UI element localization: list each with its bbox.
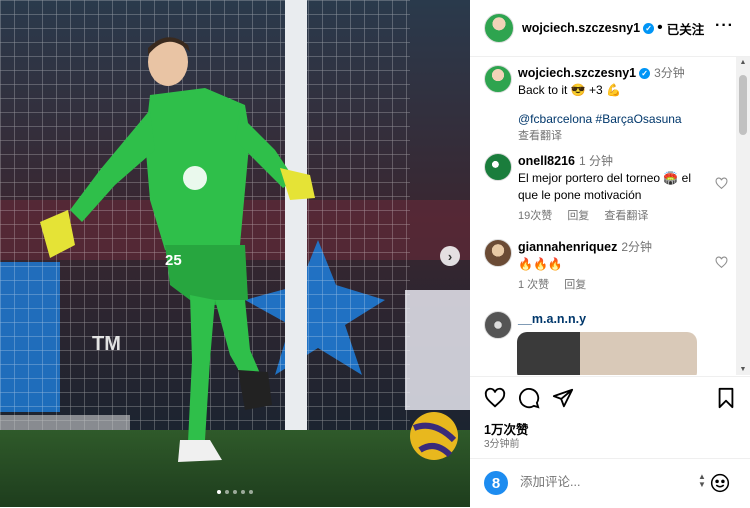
comment-text: 🔥🔥🔥: [518, 257, 563, 271]
save-icon[interactable]: [716, 387, 740, 411]
like-comment-icon[interactable]: [715, 256, 729, 270]
commenter-username[interactable]: onell8216: [518, 154, 575, 168]
comments-scrollbar[interactable]: ▲ ▼: [736, 57, 750, 375]
match-ball: [410, 412, 458, 460]
commenter-avatar[interactable]: [484, 311, 512, 339]
jersey-number: 25: [165, 252, 182, 269]
post-actions: 1万次赞 3分钟前: [470, 376, 750, 450]
like-comment-icon[interactable]: [715, 177, 729, 191]
scroll-down-arrow-icon[interactable]: ▼: [739, 366, 747, 373]
commenter-avatar[interactable]: [484, 239, 512, 267]
commenter-username[interactable]: __m.a.n.n.y: [518, 312, 586, 326]
carousel-dot: [225, 490, 229, 494]
comments-list[interactable]: wojciech.szczesny1 ✓ 3分钟 Back to it 😎 +3 💪…: [470, 57, 736, 375]
reply-button[interactable]: 回复: [567, 210, 589, 222]
verified-icon: ✓: [639, 68, 651, 79]
commenter-username[interactable]: giannahenriquez: [518, 240, 617, 254]
comment-likes[interactable]: 1 次赞: [518, 279, 549, 291]
comment-icon[interactable]: [518, 387, 542, 411]
caption-time: 3分钟: [654, 66, 685, 80]
scrollbar-thumb[interactable]: [739, 75, 747, 135]
post-header: wojciech.szczesny1 ✓ • 已关注 ···: [470, 0, 750, 57]
scroll-up-arrow-icon[interactable]: ▲: [739, 59, 747, 66]
caption-avatar[interactable]: [484, 65, 512, 93]
carousel-indicator: [0, 490, 470, 494]
carousel-next-button[interactable]: ›: [440, 246, 460, 266]
carousel-dot: [249, 490, 253, 494]
post-sidebar: wojciech.szczesny1 ✓ • 已关注 ··· wojciech.s…: [470, 0, 750, 507]
post-photo[interactable]: TM 25: [0, 0, 470, 507]
comment-image[interactable]: [517, 332, 697, 375]
carousel-dot: [217, 490, 221, 494]
like-icon[interactable]: [484, 387, 508, 411]
goalkeeper-photo: TM 25: [0, 0, 470, 507]
following-button[interactable]: 已关注: [667, 19, 705, 38]
instagram-post-window: TM 25: [0, 0, 750, 507]
comment-time: 1 分钟: [578, 154, 613, 168]
more-options-icon[interactable]: ···: [715, 17, 734, 35]
carousel-dot: [233, 490, 237, 494]
input-method-icon[interactable]: 8: [484, 471, 508, 495]
spin-arrows-icon[interactable]: ▲ ▼: [698, 473, 706, 489]
verified-icon: ✓: [643, 23, 655, 34]
comment-composer: 8 ▲▼: [470, 458, 750, 508]
caption-username[interactable]: wojciech.szczesny1 ✓: [518, 66, 651, 80]
comment-likes[interactable]: 19次赞: [518, 210, 552, 222]
emoji-icon[interactable]: [710, 473, 730, 493]
caption-translate[interactable]: 查看翻译: [518, 128, 713, 145]
share-icon[interactable]: [552, 387, 576, 411]
comment-text: El mejor portero del torneo 🏟️ el que le…: [518, 171, 692, 202]
carousel-dot: [241, 490, 245, 494]
post-time: 3分钟前: [484, 439, 520, 450]
comment-time: 2分钟: [621, 240, 653, 254]
caption-tags[interactable]: @fcbarcelona #BarçaOsasuna: [518, 111, 713, 128]
commenter-avatar[interactable]: [484, 153, 512, 181]
caption-text: Back to it 😎 +3 💪: [518, 83, 621, 97]
translate-button[interactable]: 查看翻译: [604, 210, 648, 222]
reply-button[interactable]: 回复: [564, 279, 586, 291]
comment-input[interactable]: [520, 475, 690, 489]
author-avatar[interactable]: [484, 13, 514, 43]
author-username[interactable]: wojciech.szczesny1 ✓: [522, 21, 655, 35]
